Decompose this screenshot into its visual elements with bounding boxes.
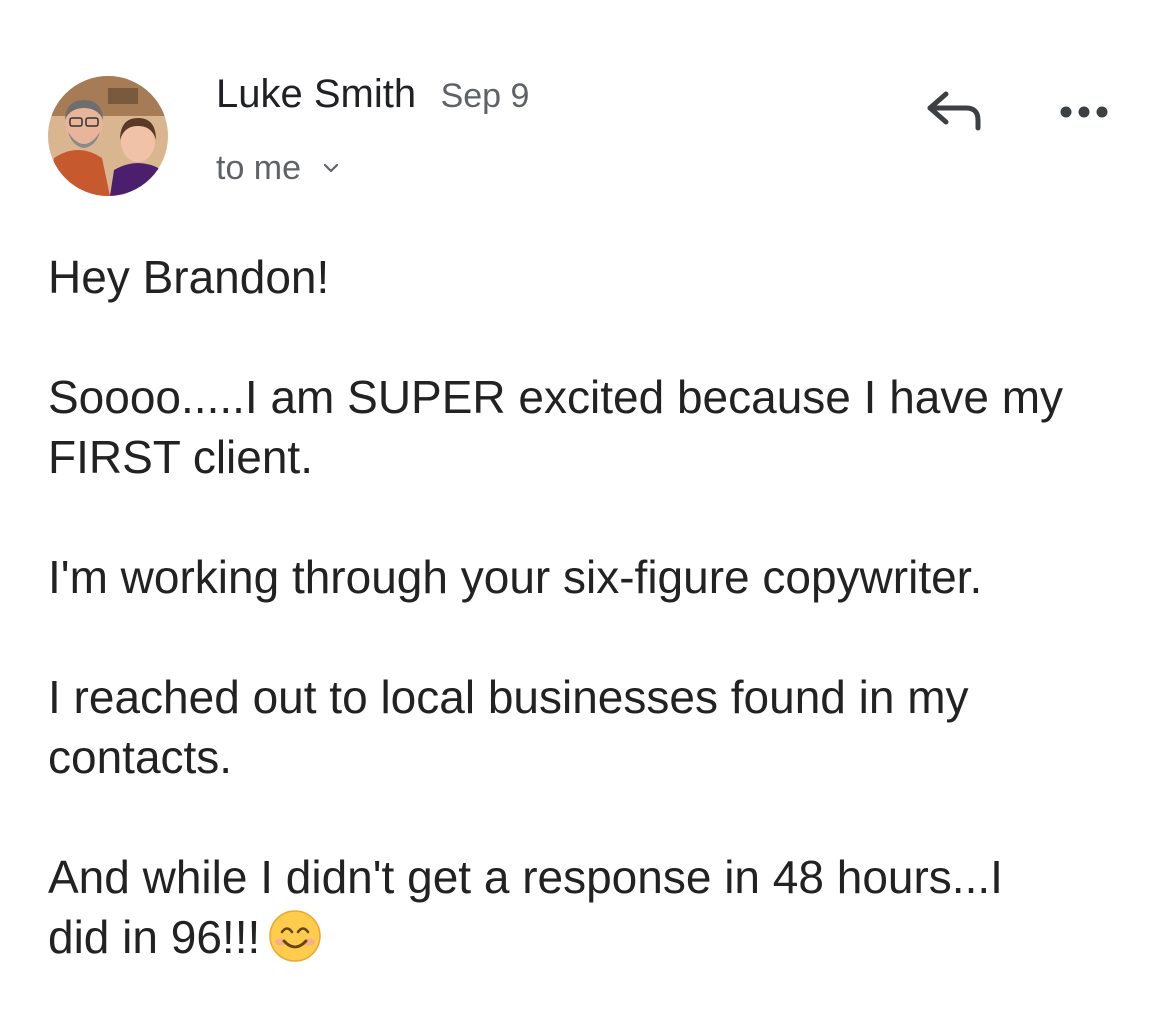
- reply-button[interactable]: [920, 84, 990, 140]
- body-paragraph-outreach: I reached out to local businesses found …: [48, 667, 969, 787]
- body-line: And while I didn't get a response in 48 …: [48, 851, 1003, 903]
- reply-icon: [927, 91, 981, 131]
- body-paragraph-greeting: Hey Brandon!: [48, 247, 329, 307]
- body-line: contacts.: [48, 731, 233, 783]
- body-paragraph-response: And while I didn't get a response in 48 …: [48, 847, 1003, 967]
- more-options-button[interactable]: [1052, 90, 1116, 134]
- smiling-face-emoji-icon: [268, 909, 322, 963]
- sender-avatar[interactable]: [48, 76, 168, 196]
- sender-line: Luke Smith Sep 9: [216, 72, 529, 117]
- recipient-toggle[interactable]: to me: [216, 143, 339, 188]
- body-line: I'm working through your six-figure copy…: [48, 551, 983, 603]
- body-paragraph-first-client: Soooo.....I am SUPER excited because I h…: [48, 367, 1063, 487]
- avatar-photo: [48, 76, 168, 196]
- email-date: Sep 9: [440, 77, 530, 115]
- sender-name[interactable]: Luke Smith: [216, 72, 416, 116]
- body-line: FIRST client.: [48, 431, 313, 483]
- recipient-label: to me: [216, 149, 302, 187]
- body-paragraph-course: I'm working through your six-figure copy…: [48, 547, 982, 607]
- more-options-icon: [1060, 106, 1108, 118]
- body-line: did in 96!!!: [48, 911, 261, 963]
- body-line: Soooo.....I am SUPER excited because I h…: [48, 371, 1064, 423]
- body-line: Hey Brandon!: [48, 251, 330, 303]
- body-line: I reached out to local businesses found …: [48, 671, 969, 723]
- chevron-down-icon: [323, 143, 339, 182]
